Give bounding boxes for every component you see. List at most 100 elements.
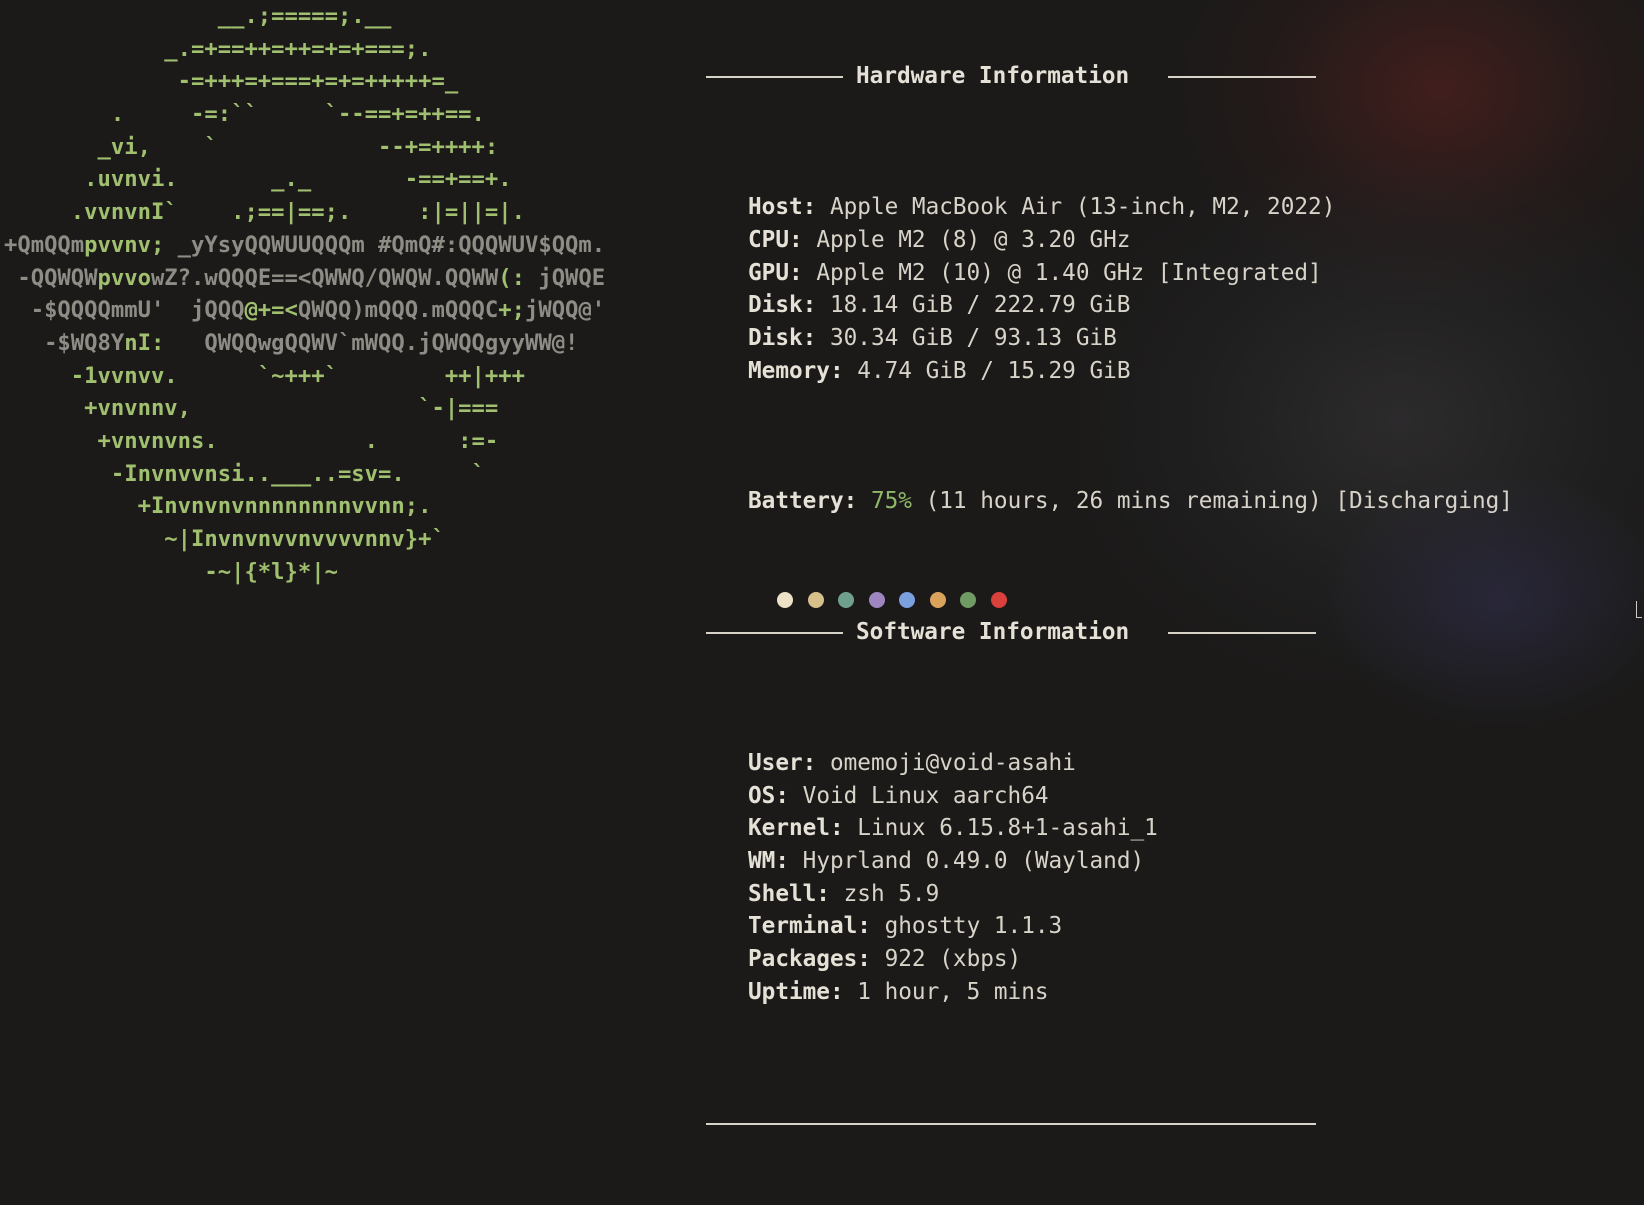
- separator-line: [1168, 76, 1316, 79]
- info-value: Apple M2 (10) @ 1.40 GHz [Integrated]: [816, 259, 1322, 286]
- logo-line: ~|Invnvnvvnvvvvnnv}+`: [4, 523, 605, 556]
- logo-line: +vnvnvns. . :=-: [4, 425, 605, 458]
- logo-line: _.=+==++=++=+=+===;.: [4, 33, 605, 66]
- info-key: Host:: [748, 194, 817, 221]
- logo-line: -1vvnvv. `~+++` ++|+++: [4, 360, 605, 393]
- info-value: ghostty 1.1.3: [884, 913, 1063, 940]
- separator-line: [706, 1122, 1316, 1125]
- info-key: Packages:: [748, 946, 871, 973]
- logo-segment: . -=:`` `--==+=++==.: [4, 101, 485, 128]
- info-value: Linux 6.15.8+1-asahi_1: [857, 815, 1158, 842]
- logo-segment: -$WQ8Y: [4, 329, 125, 356]
- logo-segment: -QQWQW: [4, 264, 98, 291]
- logo-segment: @+=<: [244, 297, 298, 324]
- logo-line: .vvnvnI` .;==|==;. :|=||=|.: [4, 196, 605, 229]
- info-key: Battery:: [748, 488, 858, 515]
- footer-separator: [706, 1107, 1316, 1140]
- logo-segment: -Invnvvnsi..___..=sv=. `: [4, 460, 485, 487]
- info-key: WM:: [748, 848, 789, 875]
- logo-segment: +QmQQm: [4, 231, 85, 258]
- info-key: Terminal:: [748, 913, 871, 940]
- palette-swatch: [838, 592, 854, 608]
- info-key: Kernel:: [748, 815, 844, 842]
- logo-segment: .vvnvnI` .;==|==;. :|=||=|.: [4, 199, 525, 226]
- info-value: 1 hour, 5 mins: [857, 978, 1049, 1005]
- battery-percent: 75%: [870, 488, 912, 515]
- software-header: Software Information: [706, 616, 1316, 649]
- info-key: Uptime:: [748, 978, 844, 1005]
- logo-segment: -$QQQQmmU' jQQQ: [4, 297, 245, 324]
- software-title: Software Information: [856, 619, 1130, 646]
- logo-line: -$WQ8YnI: QWQQwgQQWV`mWQQ.jQWQQgyyWW@!: [4, 327, 605, 360]
- logo-line: -$QQQQmmU' jQQQ@+=<QWQQ)mQQQ.mQQQC+;jWQQ…: [4, 294, 605, 327]
- info-value: Apple MacBook Air (13-inch, M2, 2022): [829, 194, 1336, 221]
- info-value: 922 (xbps): [884, 946, 1022, 973]
- logo-segment: wZ?.wQQQE==<QWWQ/QWQW.QQWW: [150, 264, 499, 291]
- info-row: User: omemoji@void-asahi: [748, 747, 1513, 780]
- logo-segment: nI:: [124, 329, 165, 356]
- logo-line: -QQWQWpvvowZ?.wQQQE==<QWWQ/QWQW.QQWW(: j…: [4, 262, 605, 295]
- palette-swatch: [960, 592, 976, 608]
- logo-line: _vi, ` --+=++++:: [4, 131, 605, 164]
- separator-line: [706, 76, 843, 79]
- info-value: Apple M2 (8) @ 3.20 GHz: [816, 226, 1131, 253]
- info-value: zsh 5.9: [843, 880, 940, 907]
- info-row: Memory: 4.74 GiB / 15.29 GiB: [748, 355, 1513, 388]
- logo-segment: +Invnvnvnnnnnnnnvvnn;.: [4, 493, 432, 520]
- logo-segment: QWQQ)mQQQ.mQQQC: [297, 297, 499, 324]
- logo-segment: pvvnv;: [84, 231, 165, 258]
- logo-segment: .uvnvi. _._ -==+==+.: [4, 166, 512, 193]
- info-row: Shell: zsh 5.9: [748, 878, 1513, 911]
- palette-swatch: [868, 592, 885, 608]
- logo-segment: jQWQE: [524, 264, 606, 291]
- info-row: Kernel: Linux 6.15.8+1-asahi_1: [748, 812, 1513, 845]
- info-value: Hyprland 0.49.0 (Wayland): [802, 848, 1145, 875]
- logo-line: +vnvnnv, `-|===: [4, 392, 605, 425]
- palette-swatch: [899, 592, 915, 608]
- logo-segment: (:: [498, 264, 525, 291]
- info-value: Void Linux aarch64: [802, 782, 1049, 809]
- info-row: Uptime: 1 hour, 5 mins: [748, 976, 1513, 1009]
- logo-segment: ~|Invnvnvvnvvvvnnv}+`: [4, 526, 445, 552]
- info-row: Disk: 30.34 GiB / 93.13 GiB: [748, 322, 1513, 355]
- info-key: Memory:: [748, 357, 844, 384]
- logo-line: -=+++=+===+=+=+++++=_: [4, 65, 605, 98]
- separator-line: [1168, 632, 1316, 635]
- info-row: GPU: Apple M2 (10) @ 1.40 GHz [Integrate…: [748, 257, 1513, 290]
- logo-line: -Invnvvnsi..___..=sv=. `: [4, 458, 605, 491]
- info-key: Disk:: [748, 292, 817, 319]
- info-key: User:: [748, 750, 817, 777]
- ascii-logo: __.;=====;.__ _.=+==++=++=+=+===;. -=+++…: [4, 0, 605, 588]
- hardware-header: Hardware Information: [706, 60, 1316, 93]
- palette-swatch: [807, 592, 824, 608]
- logo-segment: +vnvnnv, `-|===: [4, 395, 499, 422]
- battery-status: (11 hours, 26 mins remaining) [Dischargi…: [925, 488, 1513, 515]
- separator-line: [706, 632, 843, 635]
- logo-segment: pvvo: [97, 264, 151, 291]
- info-value: 30.34 GiB / 93.13 GiB: [829, 324, 1117, 351]
- info-row: Disk: 18.14 GiB / 222.79 GiB: [748, 289, 1513, 322]
- logo-line: -~|{*l}*|~: [4, 556, 605, 589]
- logo-segment: +;: [498, 297, 525, 324]
- software-rows: User: omemoji@void-asahi OS: Void Linux a…: [748, 747, 1513, 1009]
- corner-cursor-icon: [1636, 601, 1642, 618]
- logo-line: +Invnvnvnnnnnnnnvvnn;.: [4, 490, 605, 523]
- logo-line: .uvnvi. _._ -==+==+.: [4, 163, 605, 196]
- logo-segment: -1vvnvv. `~+++` ++|+++: [4, 362, 525, 389]
- info-key: OS:: [748, 782, 789, 809]
- logo-segment: +vnvnvns. . :=-: [4, 427, 499, 454]
- palette-swatch: [990, 592, 1007, 608]
- logo-segment: jWQQ@': [524, 297, 606, 324]
- info-key: Shell:: [748, 880, 830, 907]
- info-row: CPU: Apple M2 (8) @ 3.20 GHz: [748, 224, 1513, 257]
- logo-line: . -=:`` `--==+=++==.: [4, 98, 605, 131]
- system-info-panel: Hardware Information Host: Apple MacBook…: [706, 0, 1513, 1172]
- info-row: WM: Hyprland 0.49.0 (Wayland): [748, 845, 1513, 878]
- logo-segment: -=+++=+===+=+=+++++=_: [4, 68, 459, 95]
- info-row: Host: Apple MacBook Air (13-inch, M2, 20…: [748, 191, 1513, 224]
- info-value: 4.74 GiB / 15.29 GiB: [857, 357, 1131, 384]
- hardware-title: Hardware Information: [856, 63, 1130, 90]
- battery-row: Battery: 75% (11 hours, 26 mins remainin…: [748, 485, 1513, 518]
- info-key: GPU:: [748, 259, 803, 286]
- logo-segment: _vi, ` --+=++++:: [4, 133, 499, 160]
